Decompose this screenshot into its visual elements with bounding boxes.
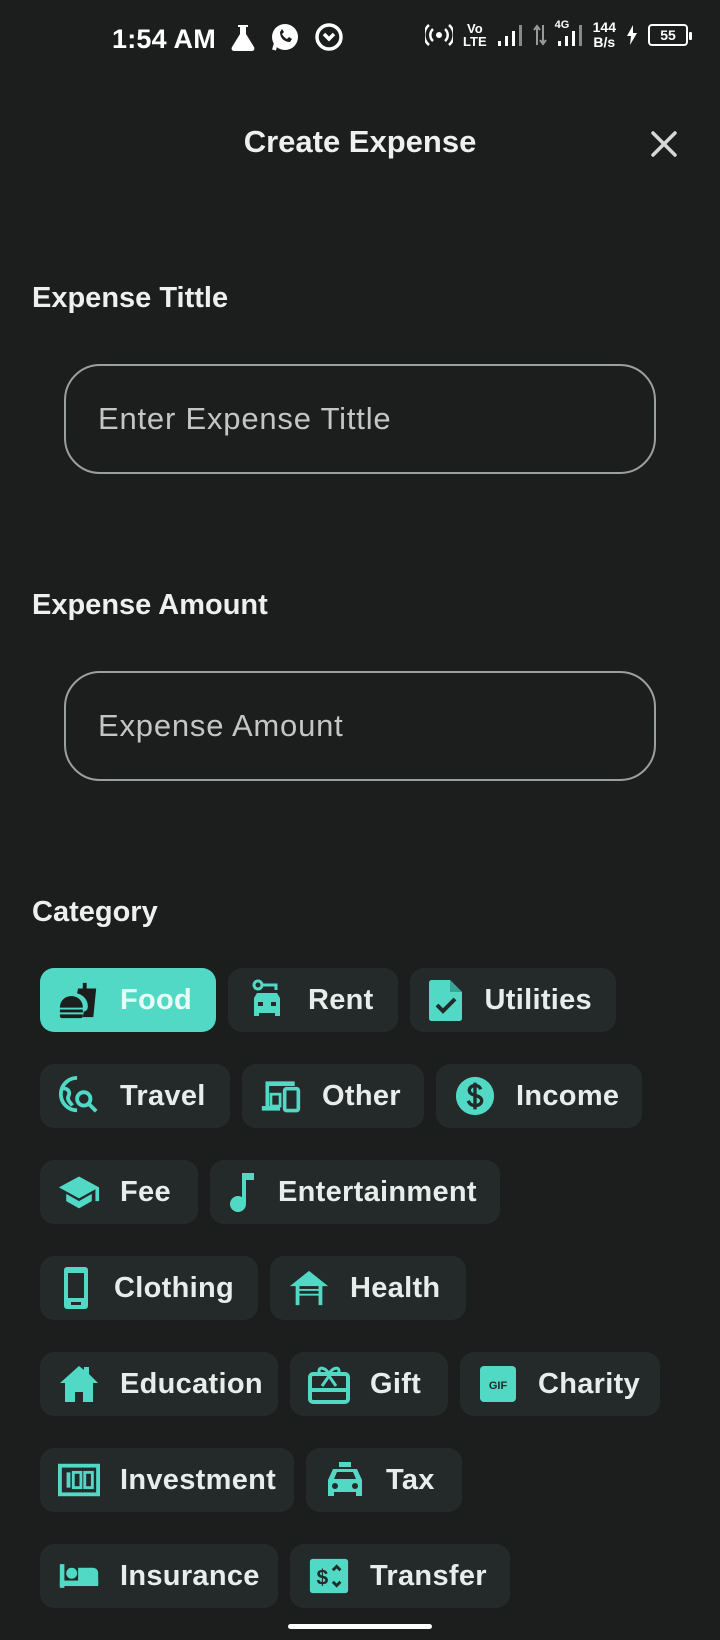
expense-title-input[interactable] [98,401,654,437]
status-system-icons: Vo LTE 4G 144 B/s 55 [425,19,692,50]
chip-label: Fee [120,1175,171,1208]
category-chip-other[interactable]: Other [242,1064,424,1128]
category-chip-charity[interactable]: GIF Charity [460,1352,660,1416]
money-icon [58,1459,100,1501]
chip-row: Insurance $ Transfer [40,1544,700,1608]
network-4g-label: 4G [554,19,570,31]
chip-row: Fee Entertainment [40,1160,700,1224]
car-rental-icon [246,979,288,1021]
chip-label: Other [322,1079,401,1112]
whatsapp-icon [270,22,300,52]
chip-label: Education [120,1367,263,1400]
category-chip-tax[interactable]: Tax [306,1448,462,1512]
chip-row: Food Rent Utilities [40,968,700,1032]
chip-row: Education Gift GIF Charity [40,1352,700,1416]
speed-unit: B/s [593,34,616,50]
chip-label: Entertainment [278,1175,477,1208]
battery-indicator: 55 [648,24,692,46]
category-chip-investment[interactable]: Investment [40,1448,294,1512]
category-chip-rent[interactable]: Rent [228,968,398,1032]
currency-exchange-icon: $ [308,1555,350,1597]
fastfood-icon [58,979,100,1021]
signal-icon [497,23,523,47]
speed-value: 144 [592,19,616,35]
chip-label: Income [516,1079,620,1112]
gift-card-icon [308,1363,350,1405]
category-chip-utilities[interactable]: Utilities [410,968,616,1032]
svg-text:$: $ [316,1567,328,1590]
category-label: Category [32,896,158,928]
category-chip-entertainment[interactable]: Entertainment [210,1160,500,1224]
category-chip-education[interactable]: Education [40,1352,278,1416]
category-chip-transfer[interactable]: $ Transfer [290,1544,510,1608]
signal-4g-icon: 4G [555,19,583,47]
category-chip-travel[interactable]: Travel [40,1064,230,1128]
flask-icon [230,23,256,51]
category-chip-fee[interactable]: Fee [40,1160,198,1224]
page-title: Create Expense [243,124,477,159]
chip-label: Tax [386,1463,435,1496]
volte-indicator: Vo LTE [463,22,487,48]
sync-circle-icon [314,22,344,52]
dollar-circle-icon [454,1075,496,1117]
chip-row: Investment Tax [40,1448,700,1512]
chip-label: Utilities [484,983,592,1016]
status-notification-icons [230,22,344,52]
status-time: 1:54 AM [112,24,216,54]
expense-amount-label: Expense Amount [32,589,268,621]
close-icon [651,131,677,157]
category-chip-clothing[interactable]: Clothing [40,1256,258,1320]
status-bar: 1:54 AM Vo LTE 4G 144 B/s 55 [0,0,720,82]
chip-label: Insurance [120,1559,260,1592]
network-speed: 144 B/s [593,20,616,50]
chip-label: Clothing [114,1271,234,1304]
chip-label: Investment [120,1463,277,1496]
document-check-icon [428,979,465,1021]
category-chip-gift[interactable]: Gift [290,1352,448,1416]
data-arrows-icon [532,23,547,47]
chip-row: Clothing Health [40,1256,700,1320]
travel-explore-icon [58,1075,100,1117]
svg-text:GIF: GIF [489,1380,508,1392]
chip-label: Charity [538,1367,641,1400]
hotel-icon [58,1555,100,1597]
gif-icon: GIF [478,1363,518,1405]
expense-amount-field[interactable] [64,671,656,781]
chip-label: Travel [120,1079,206,1112]
category-chip-income[interactable]: Income [436,1064,642,1128]
music-note-icon [228,1171,258,1213]
school-icon [58,1171,100,1213]
chip-label: Gift [370,1367,422,1400]
expense-title-field[interactable] [64,364,656,474]
hotspot-icon [425,23,454,47]
category-chip-group: Food Rent Utilities Travel Other Income … [40,968,700,1640]
category-chip-food[interactable]: Food [40,968,216,1032]
home-indicator[interactable] [288,1624,432,1629]
chip-row: Travel Other Income [40,1064,700,1128]
volte-bottom: LTE [463,34,487,49]
expense-title-label: Expense Tittle [32,282,229,314]
charging-bolt-icon [626,24,638,46]
category-chip-insurance[interactable]: Insurance [40,1544,278,1608]
phone-icon [58,1267,94,1309]
taxi-icon [324,1459,366,1501]
chip-label: Rent [308,983,374,1016]
devices-icon [260,1075,302,1117]
chip-label: Transfer [370,1559,487,1592]
expense-amount-input[interactable] [98,708,654,744]
chip-label: Health [350,1271,441,1304]
category-chip-health[interactable]: Health [270,1256,466,1320]
home-icon [58,1363,100,1405]
chip-label: Food [120,983,193,1016]
house-siding-icon [288,1267,330,1309]
close-button[interactable] [644,124,684,164]
